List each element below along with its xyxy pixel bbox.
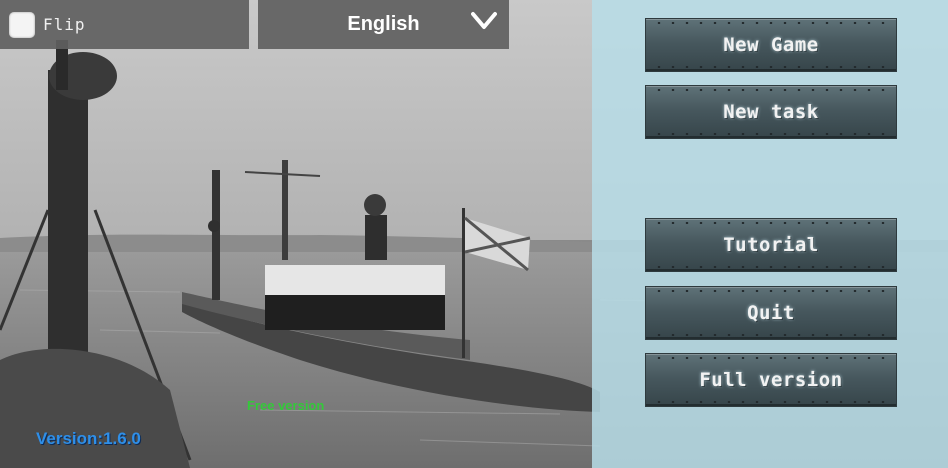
new-game-label: New Game xyxy=(723,34,819,56)
flip-label: Flip xyxy=(43,15,86,34)
tutorial-label: Tutorial xyxy=(723,234,819,256)
quit-button[interactable]: Quit xyxy=(645,286,897,340)
flip-toggle[interactable]: Flip xyxy=(0,0,249,49)
language-dropdown[interactable]: English xyxy=(258,0,509,49)
language-selected: English xyxy=(347,13,420,35)
tutorial-button[interactable]: Tutorial xyxy=(645,218,897,272)
new-task-label: New task xyxy=(723,101,819,123)
free-version-label: Free version xyxy=(247,398,325,413)
version-label: Version:1.6.0 xyxy=(36,429,141,448)
chevron-down-icon xyxy=(471,12,497,29)
checkbox-icon[interactable] xyxy=(9,11,35,38)
new-game-button[interactable]: New Game xyxy=(645,18,897,72)
full-version-button[interactable]: Full version xyxy=(645,353,897,407)
new-task-button[interactable]: New task xyxy=(645,85,897,139)
full-version-label: Full version xyxy=(699,369,843,391)
quit-label: Quit xyxy=(747,302,795,324)
